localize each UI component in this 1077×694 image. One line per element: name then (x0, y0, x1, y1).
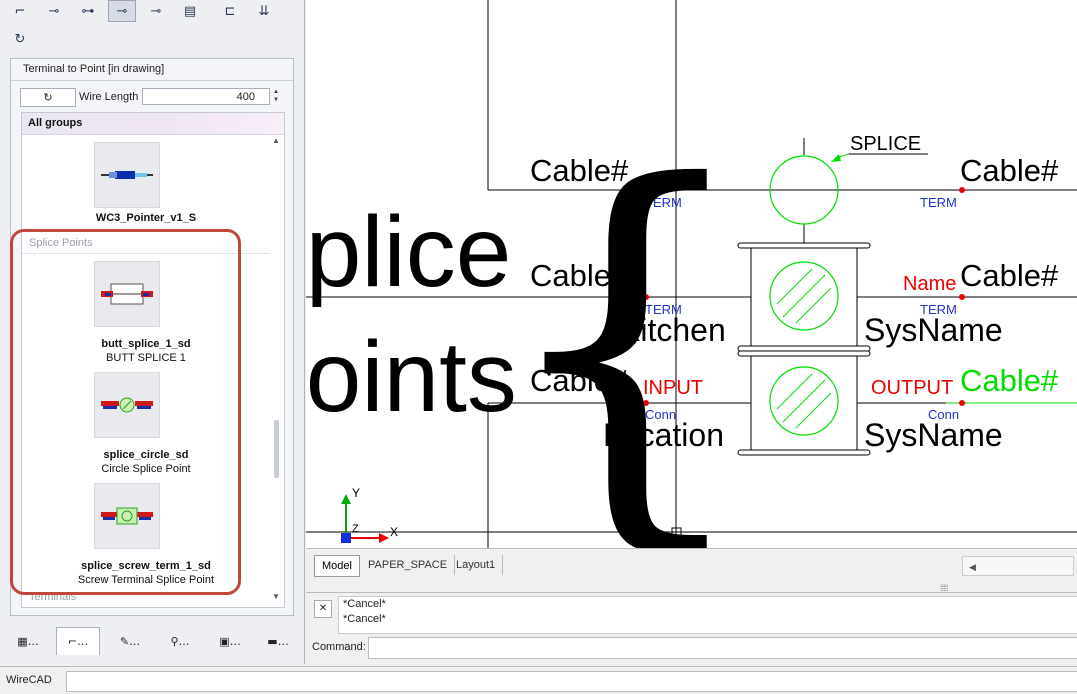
overlay-title-line1: Splice (306, 196, 511, 308)
terminal-to-point-tool-icon[interactable]: ⊸ (108, 0, 136, 22)
rotate-button[interactable]: ↻ (20, 88, 76, 107)
drawing-canvas[interactable]: SPLICE Cable# Cable# TERM TERM Cable# Ca… (306, 0, 1077, 548)
sysname-label: SysName (864, 417, 1003, 453)
name-label: Name (903, 273, 956, 295)
horizontal-scrollbar[interactable]: ◀ (962, 556, 1074, 576)
refresh-icon[interactable]: ↻ (6, 28, 34, 50)
splice-text: SPLICE (850, 133, 921, 155)
overlay-title-line2: Points (306, 321, 517, 433)
tab-layout1[interactable]: Layout1 (449, 555, 504, 575)
list-item[interactable]: WC3_Pointer_v1_S (22, 134, 270, 234)
close-icon[interactable]: ✕ (314, 600, 332, 618)
wire-length-input[interactable]: 400 (142, 88, 270, 105)
connection-dot (959, 294, 965, 300)
tab-search-icon[interactable]: ⚲… (158, 627, 202, 655)
layout-tab-bar: Model PAPER_SPACE Layout1 ◀ (306, 548, 1077, 581)
command-label: Command: (312, 641, 366, 653)
tab-preview-icon[interactable]: ▣… (208, 627, 252, 655)
splice-arrow (831, 154, 841, 162)
tab-tree-icon[interactable]: ▦… (6, 627, 50, 655)
group-header[interactable]: All groups (22, 113, 284, 135)
sysname-label: SysName (864, 312, 1003, 348)
wire-length-spinner[interactable]: ▲ ▼ (270, 88, 282, 105)
status-app-name: WireCAD (6, 674, 52, 686)
left-panel: ⌐ ⊸ ⊶ ⊸ ⊸ ▤ ⊏ ⇊ ↻ Terminal to Point [in … (0, 0, 305, 664)
branch-tool-icon[interactable]: ⊸ (40, 0, 68, 22)
wire-length-label: Wire Length (79, 91, 139, 103)
tab-model[interactable]: Model (314, 555, 360, 577)
toolbar: ⌐ ⊸ ⊶ ⊸ ⊸ ▤ ⊏ ⇊ ↻ (2, 0, 302, 50)
status-field (66, 671, 1077, 692)
terminal-block (750, 355, 858, 451)
ucs-z-label: Z (352, 523, 359, 535)
cable-label: Cable# (960, 153, 1059, 188)
tab-wire-icon[interactable]: ⌐… (56, 627, 100, 655)
panel-tabs: ▦… ⌐… ✎… ⚲… ▣… ▬… (4, 625, 302, 659)
scroll-thumb[interactable] (274, 420, 279, 478)
tab-folder-icon[interactable]: ▬… (256, 627, 300, 655)
panel-title: Terminal to Point [in drawing] (23, 63, 165, 75)
ucs-x-label: X (390, 525, 398, 539)
status-bar: WireCAD (0, 666, 1077, 694)
overlay-brace: { (492, 99, 759, 548)
insert-down-tool-icon[interactable]: ⇊ (250, 0, 278, 22)
terminal-block (750, 247, 858, 347)
command-input[interactable] (368, 637, 1077, 659)
ucs-origin (341, 533, 351, 543)
point-tool-icon[interactable]: ⊸ (142, 0, 170, 22)
item-name: WC3_Pointer_v1_S (95, 212, 197, 224)
tab-paper-space[interactable]: PAPER_SPACE (361, 555, 456, 575)
command-area: ✕ *Cancel* *Cancel* Command: (306, 592, 1077, 663)
scroll-up-icon[interactable]: ▲ (272, 136, 280, 145)
cable-label: Cable# (960, 258, 1059, 293)
connection-dot (959, 400, 965, 406)
wire-tool-icon[interactable]: ⌐ (6, 0, 34, 22)
ucs-y-label: Y (352, 486, 360, 500)
pointer-thumbnail (94, 142, 160, 208)
group-header-label: All groups (28, 117, 83, 129)
tab-edit-icon[interactable]: ✎… (108, 627, 152, 655)
history-line: *Cancel* (343, 613, 386, 625)
list-scrollbar[interactable]: ▲ ▼ (270, 134, 284, 607)
route-tool-icon[interactable]: ⊏ (216, 0, 244, 22)
history-line: *Cancel* (343, 598, 386, 610)
panel-divider (11, 80, 293, 81)
bundle-tool-icon[interactable]: ▤ (176, 0, 204, 22)
ucs-y-arrow (341, 494, 351, 504)
scroll-left-icon[interactable]: ◀ (969, 562, 976, 572)
cable-label-green: Cable# (960, 363, 1059, 398)
command-history: *Cancel* *Cancel* (338, 596, 1077, 634)
splice-points-highlight (10, 229, 241, 595)
scroll-down-icon[interactable]: ▼ (272, 592, 280, 601)
ucs-x-arrow (379, 533, 389, 543)
output-label: OUTPUT (871, 377, 953, 399)
term-label: TERM (920, 195, 957, 210)
multi-branch-tool-icon[interactable]: ⊶ (74, 0, 102, 22)
